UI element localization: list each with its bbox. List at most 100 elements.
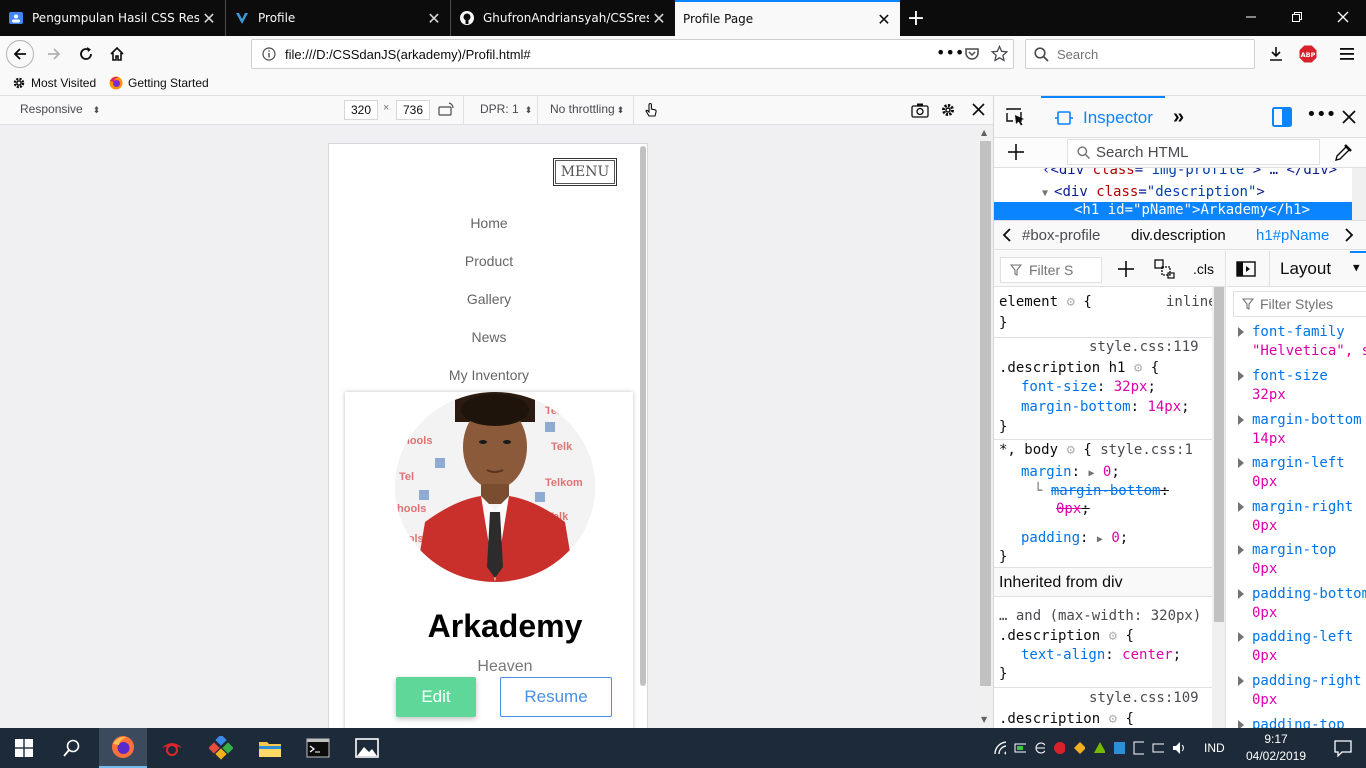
breadcrumb-left-arrow-icon[interactable] [1002,227,1012,243]
rule-property[interactable]: text-align: center; [1021,647,1181,663]
search-html-input[interactable]: Search HTML [1067,139,1320,165]
rule-source-link[interactable]: style.css:109 [1089,690,1199,706]
page-scrollbar[interactable] [640,146,646,686]
rules-scrollbar[interactable] [1212,287,1225,728]
rule-element[interactable]: element ⚙ { [999,294,1092,310]
rule-description[interactable]: .description ⚙ { [999,711,1134,727]
nav-link-my-inventory[interactable]: My Inventory [329,367,647,383]
bookmark-most-visited[interactable]: Most Visited [12,76,96,90]
pseudo-class-toggle-icon[interactable] [1154,259,1176,279]
terminal-icon[interactable] [294,728,342,768]
computed-prop[interactable]: padding-top [1252,717,1345,728]
markup-node-selected-h1[interactable]: <h1 id="pName">Arkademy</h1> [994,202,1366,220]
expand-triangle-icon[interactable] [1238,371,1244,381]
markup-view[interactable]: ‹<div class="img-profile"> … </div> ▼ <d… [994,168,1366,220]
filter-styles-input[interactable]: Filter S [1000,257,1102,283]
computed-prop[interactable]: padding-left [1252,629,1353,645]
download-icon[interactable] [1262,40,1290,68]
sidebar-tab-overflow[interactable]: ▼ [1350,251,1366,287]
expand-triangle-icon[interactable] [1238,502,1244,512]
touch-simulation-icon[interactable] [643,102,659,118]
cls-toggle[interactable]: .cls [1193,261,1214,277]
computed-prop[interactable]: padding-right [1252,673,1362,689]
info-icon[interactable] [262,47,276,61]
rule-description-center[interactable]: .description ⚙ { [999,628,1134,644]
app-taskbar-icon[interactable] [148,728,196,768]
markup-scrollbar[interactable] [1352,168,1366,220]
notifications-icon[interactable] [1334,739,1352,757]
screenshot-camera-icon[interactable] [911,102,929,118]
file-explorer-icon[interactable] [246,728,294,768]
rule-property[interactable]: margin-bottom: 14px; [1021,399,1190,415]
tab-profile-page[interactable]: Profile Page ✕ [675,0,900,36]
computed-prop[interactable]: margin-left [1252,455,1345,471]
hamburger-menu-icon[interactable] [1333,40,1361,68]
resume-button[interactable]: Resume [500,677,612,717]
close-window-icon[interactable] [1320,0,1366,34]
computed-prop[interactable]: margin-right [1252,499,1353,515]
toggle-sidebar-icon[interactable] [1236,261,1256,277]
tab-layout[interactable]: Layout [1280,259,1331,279]
expand-triangle-icon[interactable] [1238,458,1244,468]
scrollbar-thumb[interactable] [980,141,991,686]
bookmark-getting-started[interactable]: Getting Started [109,76,209,90]
reload-icon[interactable] [72,40,100,68]
add-node-icon[interactable] [1007,143,1025,161]
tab-close-icon[interactable]: ✕ [424,8,444,28]
expand-triangle-icon[interactable] [1238,589,1244,599]
search-bar[interactable]: Search [1025,39,1255,69]
expand-triangle-icon[interactable] [1238,415,1244,425]
rule-source-link[interactable]: style.css:119 [1089,339,1199,355]
pocket-icon[interactable] [964,46,980,62]
scroll-up-icon[interactable]: ▲ [981,128,987,137]
device-selector[interactable]: Responsive ⬍ [20,102,100,116]
nav-link-gallery[interactable]: Gallery [329,291,647,307]
page-actions-icon[interactable]: ••• [936,43,964,62]
clock[interactable]: 9:17 04/02/2019 [1240,732,1312,763]
edit-button[interactable]: Edit [396,677,476,717]
scroll-down-icon[interactable]: ▼ [981,715,987,724]
menu-button[interactable]: MENU [553,158,617,186]
rule-property[interactable]: padding: ▶ 0; [1021,530,1128,546]
breadcrumb-right-arrow-icon[interactable] [1344,227,1354,243]
close-devtools-icon[interactable] [1342,110,1356,124]
more-tools-chevron-icon[interactable]: » [1173,106,1184,129]
minimize-icon[interactable] [1228,0,1274,34]
tab-pengumpulan[interactable]: Pengumpulan Hasil CSS Respo ✕ [0,0,226,36]
app-taskbar-icon[interactable] [197,728,245,768]
markup-node-img-profile[interactable]: ‹<div class="img-profile"> … </div> [1042,168,1337,183]
element-picker-icon[interactable] [1006,108,1026,126]
breadcrumb-item-current[interactable]: h1#pName [1256,227,1329,244]
rule-property[interactable]: margin: ▶ 0; [1021,464,1120,480]
computed-prop[interactable]: font-family [1252,324,1345,340]
firefox-taskbar-icon[interactable] [99,728,147,768]
expand-triangle-icon[interactable] [1238,720,1244,728]
new-tab-icon[interactable]: + [904,6,928,31]
expand-triangle-icon[interactable] [1238,632,1244,642]
tab-github[interactable]: GhufronAndriansyah/CSSrespo ✕ [451,0,675,36]
back-icon[interactable] [6,40,34,68]
tab-profile[interactable]: Profile ✕ [226,0,451,36]
viewport-height-input[interactable]: 736 [396,100,430,120]
computed-prop[interactable]: margin-bottom [1252,412,1362,428]
bookmark-star-icon[interactable] [991,45,1008,62]
tab-inspector[interactable]: Inspector [1041,96,1165,138]
close-rdm-icon[interactable] [972,103,985,116]
eyedropper-icon[interactable] [1333,143,1353,163]
restore-icon[interactable] [1274,0,1320,34]
add-rule-icon[interactable] [1117,260,1135,278]
settings-gear-icon[interactable] [940,102,956,118]
home-icon[interactable] [103,40,131,68]
rule-star-body[interactable]: *, body ⚙ { style.css:1 [999,442,1193,458]
windows-start-icon[interactable] [0,728,48,768]
language-indicator[interactable]: IND [1204,741,1225,755]
computed-prop[interactable]: font-size [1252,368,1328,384]
throttling-selector[interactable]: No throttling ⬍ [550,102,624,116]
rotate-icon[interactable] [437,102,455,118]
expand-triangle-icon[interactable] [1238,676,1244,686]
forward-icon[interactable] [40,40,68,68]
tab-close-icon[interactable]: ✕ [199,8,219,28]
nav-link-news[interactable]: News [329,329,647,345]
computed-prop[interactable]: padding-bottom [1252,586,1366,602]
photos-icon[interactable] [343,728,391,768]
